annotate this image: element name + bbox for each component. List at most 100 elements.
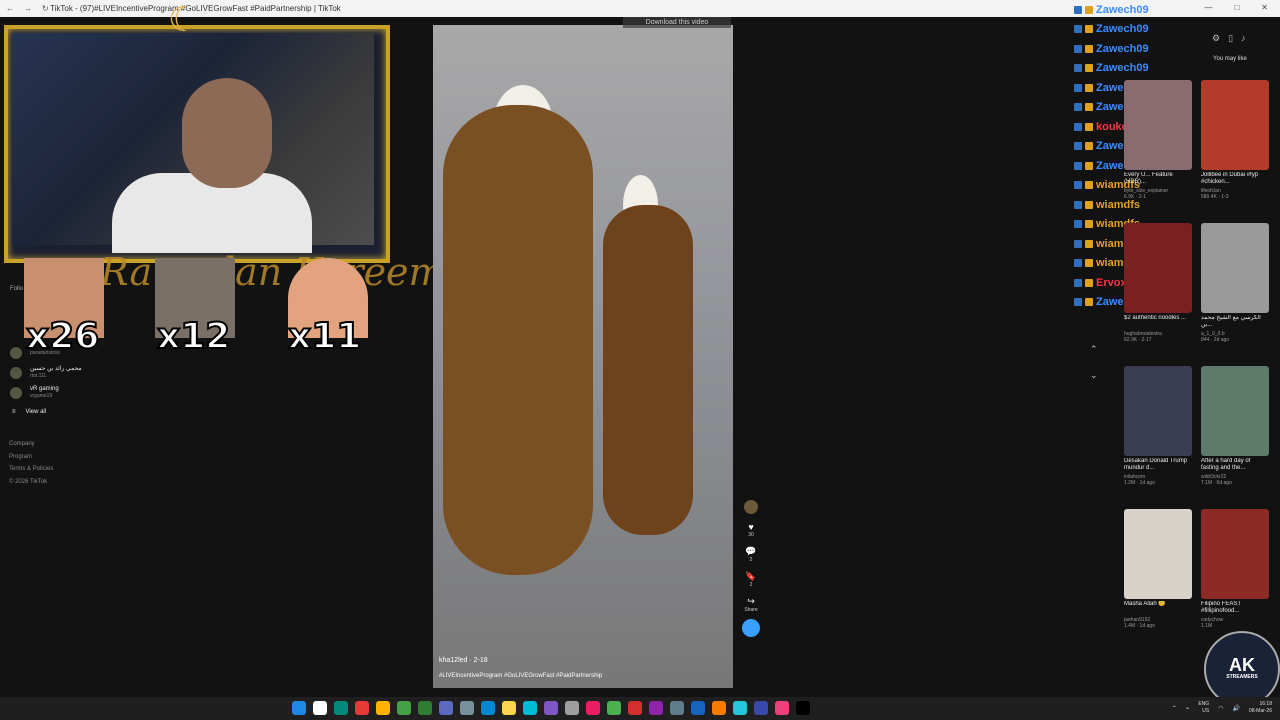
forward-icon[interactable]: →: [24, 4, 32, 13]
taskbar-app-icon[interactable]: [292, 701, 306, 715]
settings-icon[interactable]: ⚙: [1212, 33, 1220, 44]
reload-icon[interactable]: ↻: [42, 4, 49, 13]
ramadan-banner: Ramadan Kareem: [100, 250, 445, 294]
close-icon[interactable]: ✕: [1261, 3, 1268, 12]
taskbar-app-icon[interactable]: [607, 701, 621, 715]
chat-username: Zawech09: [1096, 23, 1149, 36]
video-stats: 1.1M: [1201, 623, 1213, 629]
video-thumbnail[interactable]: [1124, 223, 1192, 313]
video-thumbnail[interactable]: [1201, 366, 1269, 456]
video-thumbnail[interactable]: [1201, 509, 1269, 599]
chevron-up-icon[interactable]: ⌃: [1172, 705, 1177, 712]
badge-icon: [1085, 142, 1093, 151]
video-thumbnail[interactable]: [1124, 80, 1192, 170]
taskbar-app-icon[interactable]: [565, 701, 579, 715]
chat-username: Zawech09: [1096, 62, 1149, 75]
emote-count: x26: [25, 315, 100, 358]
view-all-link[interactable]: ≡ View all: [12, 409, 46, 415]
wifi-icon[interactable]: ◠: [1218, 705, 1223, 712]
music-disc[interactable]: [742, 619, 760, 637]
taskbar-app-icon[interactable]: [796, 701, 810, 715]
emote-count: x12: [156, 315, 231, 358]
account-name: vR gaming: [30, 386, 59, 392]
footer-company[interactable]: Company: [9, 438, 53, 451]
taskbar-app-icon[interactable]: [544, 701, 558, 715]
video-thumbnail[interactable]: [1124, 509, 1192, 599]
taskbar-app-icon[interactable]: [712, 701, 726, 715]
chat-message: Zawech09: [1074, 39, 1194, 59]
badge-icon: [1074, 220, 1082, 229]
taskbar-app-icon[interactable]: [439, 701, 453, 715]
badge-icon: [1085, 5, 1093, 14]
video-title[interactable]: Every U... Feature (HDR)...: [1124, 172, 1192, 188]
crescent-moon-icon: ☾: [168, 1, 199, 39]
taskbar-app-icon[interactable]: [649, 701, 663, 715]
badge-icon: [1074, 278, 1082, 287]
video-card[interactable]: Filipino FEAST #fillipinofood... codychow…: [1201, 509, 1269, 629]
network-icon[interactable]: ⌁: [1186, 705, 1190, 712]
heart-icon[interactable]: ♥: [740, 522, 762, 532]
video-title[interactable]: Filipino FEAST #fillipinofood...: [1201, 601, 1269, 617]
video-title[interactable]: Jollibee in Dubai #fyp #chicken...: [1201, 172, 1269, 188]
taskbar-app-icon[interactable]: [355, 701, 369, 715]
video-card[interactable]: Desakan Donald Trump mundur d... inilahco…: [1124, 366, 1192, 486]
taskbar-app-icon[interactable]: [313, 701, 327, 715]
author-avatar[interactable]: [744, 500, 758, 514]
taskbar-app-icon[interactable]: [586, 701, 600, 715]
download-video-button[interactable]: Download this video: [623, 17, 731, 28]
account-item[interactable]: vR gaming vrgame19: [10, 386, 59, 399]
video-card[interactable]: Masha Allah 😊 jaehan9192 1.4M · 1d ago: [1124, 509, 1192, 629]
video-thumbnail[interactable]: [1201, 223, 1269, 313]
taskbar-app-icon[interactable]: [481, 701, 495, 715]
account-item[interactable]: محمي رائد بن حسين rtot.111: [10, 366, 82, 379]
share-icon[interactable]: ↪: [740, 596, 762, 607]
clock[interactable]: 16:18 08-Mar-26: [1249, 701, 1272, 715]
video-title[interactable]: Masha Allah 😊: [1124, 601, 1192, 617]
minimize-icon[interactable]: —: [1204, 3, 1212, 12]
back-icon[interactable]: ←: [6, 4, 14, 13]
following-header: Follo: [10, 286, 24, 292]
video-author[interactable]: kha12led · 2-18: [439, 657, 488, 664]
video-title[interactable]: Desakan Donald Trump mundur d...: [1124, 458, 1192, 474]
video-thumbnail[interactable]: [1201, 80, 1269, 170]
video-title[interactable]: After a hard day of fasting and the...: [1201, 458, 1269, 474]
video-card[interactable]: Every U... Feature (HDR)... byte_size_exp…: [1124, 80, 1192, 200]
taskbar-app-icon[interactable]: [754, 701, 768, 715]
video-card[interactable]: After a hard day of fasting and the... wi…: [1201, 366, 1269, 486]
video-title[interactable]: $2 authentic noodles ...: [1124, 315, 1192, 331]
volume-icon[interactable]: 🔊: [1232, 705, 1239, 712]
taskbar-app-icon[interactable]: [418, 701, 432, 715]
taskbar-app-icon[interactable]: [376, 701, 390, 715]
video-thumbnail[interactable]: [1124, 366, 1192, 456]
maximize-icon[interactable]: □: [1234, 3, 1239, 12]
taskbar-app-icon[interactable]: [502, 701, 516, 715]
video-tags[interactable]: #LIVEIncentiveProgram #GoLIVEGrowFast #P…: [439, 673, 602, 679]
chevron-up-icon[interactable]: ⌃: [1090, 336, 1098, 362]
taskbar-app-icon[interactable]: [460, 701, 474, 715]
chevron-down-icon[interactable]: ⌄: [1090, 362, 1098, 388]
taskbar-app-icon[interactable]: [397, 701, 411, 715]
lang-indicator[interactable]: ENG US: [1198, 701, 1209, 715]
taskbar-app-icon[interactable]: [523, 701, 537, 715]
taskbar-app-icon[interactable]: [334, 701, 348, 715]
chat-message: Zawech09: [1074, 20, 1194, 40]
taskbar-app-icon[interactable]: [733, 701, 747, 715]
comment-icon[interactable]: 💬: [740, 546, 762, 557]
video-player[interactable]: [433, 25, 733, 688]
video-card[interactable]: $2 authentic noodles ... hughabroadextra 6…: [1124, 223, 1192, 343]
taskbar-app-icon[interactable]: [691, 701, 705, 715]
video-card[interactable]: Jollibee in Dubai #fyp #chicken... lifeof…: [1201, 80, 1269, 200]
taskbar-app-icon[interactable]: [670, 701, 684, 715]
roast-lamb: [443, 105, 593, 575]
tiktok-icon[interactable]: ♪: [1241, 33, 1246, 44]
view-all-label: View all: [25, 409, 47, 415]
taskbar-icons: [292, 701, 810, 715]
taskbar-app-icon[interactable]: [775, 701, 789, 715]
video-title[interactable]: الكرسي مع الشيخ محمد بن...: [1201, 315, 1269, 331]
bookmark-icon[interactable]: 🔖: [740, 571, 762, 582]
taskbar-app-icon[interactable]: [628, 701, 642, 715]
footer-program[interactable]: Program: [9, 451, 53, 464]
video-card[interactable]: الكرسي مع الشيخ محمد بن... a_1_0_0.b 844 ·…: [1201, 223, 1269, 343]
phone-icon[interactable]: ▯: [1228, 33, 1233, 44]
footer-terms[interactable]: Terms & Policies: [9, 463, 53, 476]
